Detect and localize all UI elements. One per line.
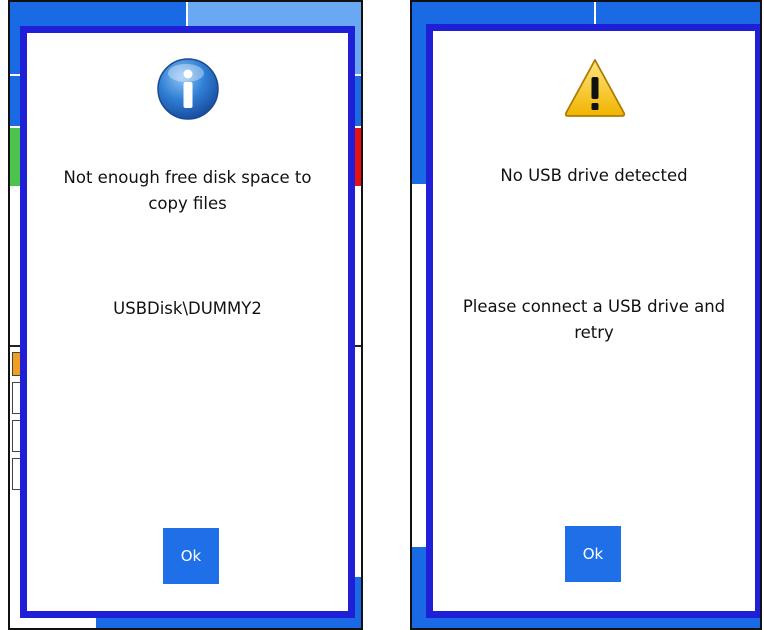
ok-button[interactable]: Ok — [565, 526, 621, 582]
error-message: Not enough free disk space to copy files — [63, 168, 312, 213]
warning-title: No USB drive detected — [500, 166, 688, 185]
ok-button[interactable]: Ok — [163, 528, 219, 584]
warning-message: Please connect a USB drive and retry — [462, 297, 726, 342]
warning-dialog: No USB drive detected Please connect a U… — [426, 24, 760, 618]
info-dialog: Not enough free disk space to copy files… — [20, 26, 355, 618]
right-screen: No USB drive detected Please connect a U… — [410, 0, 762, 630]
background-header-divider — [594, 2, 596, 26]
disk-path: USBDisk\DUMMY2 — [113, 299, 262, 318]
warning-icon — [564, 59, 626, 117]
left-screen: Not enough free disk space to copy files… — [8, 0, 363, 630]
info-icon — [157, 58, 219, 120]
